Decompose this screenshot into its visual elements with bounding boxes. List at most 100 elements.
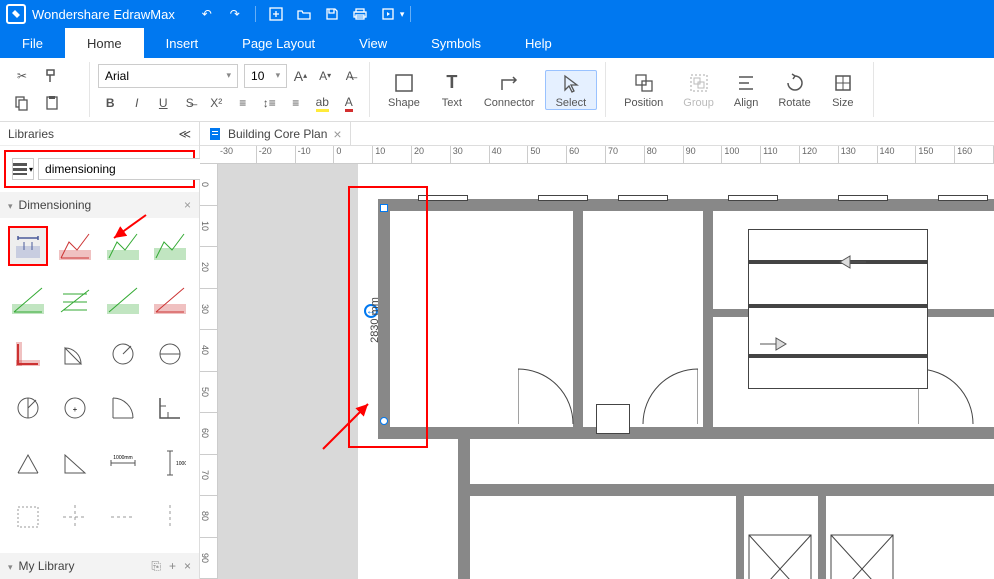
collapse-sidebar-icon[interactable]: ≪ [178, 127, 191, 141]
shape-item[interactable] [103, 226, 143, 266]
format-painter-button[interactable] [38, 63, 66, 89]
ruler-horizontal: -30-20-100102030405060708090100110120130… [200, 146, 994, 164]
tab-file[interactable]: File [0, 28, 65, 58]
page: ↔ 2830 mm [358, 164, 994, 579]
align-text-button[interactable]: ≡ [284, 90, 309, 116]
shape-item[interactable] [55, 226, 95, 266]
copy-button[interactable] [8, 90, 36, 116]
shape-item[interactable] [150, 388, 190, 428]
shape-item[interactable] [55, 280, 95, 320]
fontcolor-button[interactable]: A [337, 90, 362, 116]
connector-button[interactable]: Connector [474, 71, 545, 109]
libraries-header: Libraries ≪ [0, 122, 199, 146]
tab-view[interactable]: View [337, 28, 409, 58]
selection-handle[interactable] [380, 417, 388, 425]
shape-item[interactable] [150, 280, 190, 320]
svg-text:1000mm: 1000mm [113, 455, 132, 461]
import-lib-icon[interactable]: ⎘ [151, 559, 161, 574]
shape-item[interactable] [55, 497, 95, 537]
tab-home[interactable]: Home [65, 28, 144, 58]
fontsize-select[interactable]: 10▾ [244, 64, 287, 88]
close-lib-icon[interactable]: × [184, 559, 191, 574]
search-row: ▾ [4, 150, 195, 188]
shape-item[interactable] [150, 334, 190, 374]
canvas-area: Building Core Plan × -30-20-100102030405… [200, 122, 994, 579]
search-input[interactable] [38, 158, 206, 180]
close-tab-icon[interactable]: × [333, 126, 341, 142]
new-button[interactable] [264, 2, 288, 26]
canvas[interactable]: ↔ 2830 mm [218, 164, 994, 579]
underline-button[interactable]: U [151, 90, 176, 116]
arrow-icon [758, 334, 788, 354]
shape-item[interactable] [103, 388, 143, 428]
highlight-button[interactable]: ab [310, 90, 335, 116]
tab-symbols[interactable]: Symbols [409, 28, 503, 58]
svg-text:1000mm: 1000mm [176, 461, 186, 467]
doc-tab[interactable]: Building Core Plan × [200, 122, 351, 146]
shape-item[interactable] [55, 443, 95, 483]
undo-button[interactable]: ↶ [195, 2, 219, 26]
position-button[interactable]: Position [614, 71, 673, 109]
export-button[interactable] [376, 2, 400, 26]
align-button[interactable]: Align [724, 71, 768, 109]
size-button[interactable]: Size [821, 71, 865, 109]
selection-handle[interactable] [380, 204, 388, 212]
select-button[interactable]: Select [545, 70, 598, 110]
titlebar: Wondershare EdrawMax ↶ ↷ ▾ [0, 0, 994, 28]
superscript-button[interactable]: X² [204, 90, 229, 116]
category-button[interactable]: ▾ [12, 158, 34, 180]
tab-pagelayout[interactable]: Page Layout [220, 28, 337, 58]
shapes-grid: + 1000mm 1000mm [0, 218, 199, 553]
ribbon: ✂ Arial▾ 10▾ A▴ A▾ A̶ B I U S̶ X² ≡ ↕≡ ≡… [0, 58, 994, 122]
print-button[interactable] [348, 2, 372, 26]
shape-button[interactable]: Shape [378, 71, 430, 109]
strike-button[interactable]: S̶ [178, 90, 203, 116]
shape-item[interactable] [150, 497, 190, 537]
section-mylibrary[interactable]: ▾My Library ⎘ + × [0, 553, 199, 579]
font-select[interactable]: Arial▾ [98, 64, 238, 88]
shape-item[interactable] [8, 443, 48, 483]
text-button[interactable]: T Text [430, 71, 474, 109]
close-section-icon[interactable]: × [184, 198, 191, 212]
sidebar: Libraries ≪ ▾ ▾Dimensioning × + [0, 122, 200, 579]
shape-item[interactable]: + [55, 388, 95, 428]
clear-format-button[interactable]: A̶ [338, 63, 361, 89]
dimension-label[interactable]: 2830 mm [369, 297, 381, 343]
open-button[interactable] [292, 2, 316, 26]
shape-item[interactable] [8, 497, 48, 537]
shape-item[interactable] [103, 497, 143, 537]
shape-item[interactable] [55, 334, 95, 374]
cut-button[interactable]: ✂ [8, 63, 36, 89]
increase-font-button[interactable]: A▴ [289, 63, 312, 89]
shape-item[interactable] [150, 226, 190, 266]
shape-item[interactable] [8, 280, 48, 320]
arrow-icon [838, 252, 868, 272]
doc-icon [208, 127, 222, 141]
shape-item[interactable]: 1000mm [150, 443, 190, 483]
rotate-button[interactable]: Rotate [768, 71, 820, 109]
svg-text:+: + [73, 405, 78, 414]
save-button[interactable] [320, 2, 344, 26]
linespacing-button[interactable]: ↕≡ [257, 90, 282, 116]
shape-linear-dim[interactable] [8, 226, 48, 266]
shape-item[interactable] [103, 280, 143, 320]
italic-button[interactable]: I [125, 90, 150, 116]
add-lib-icon[interactable]: + [169, 559, 176, 574]
redo-button[interactable]: ↷ [223, 2, 247, 26]
group-button[interactable]: Group [673, 71, 724, 109]
app-name: Wondershare EdrawMax [32, 7, 175, 22]
section-dimensioning[interactable]: ▾Dimensioning × [0, 192, 199, 218]
paste-button[interactable] [38, 90, 66, 116]
menubar: File Home Insert Page Layout View Symbol… [0, 28, 994, 58]
tab-insert[interactable]: Insert [144, 28, 221, 58]
bullets-button[interactable]: ≡ [231, 90, 256, 116]
bold-button[interactable]: B [98, 90, 123, 116]
shape-item[interactable]: 1000mm [103, 443, 143, 483]
document-tabs: Building Core Plan × [200, 122, 994, 146]
shape-item[interactable] [8, 388, 48, 428]
ruler-vertical: 0102030405060708090 [200, 164, 218, 579]
decrease-font-button[interactable]: A▾ [314, 63, 337, 89]
tab-help[interactable]: Help [503, 28, 574, 58]
shape-item[interactable] [8, 334, 48, 374]
shape-item[interactable] [103, 334, 143, 374]
